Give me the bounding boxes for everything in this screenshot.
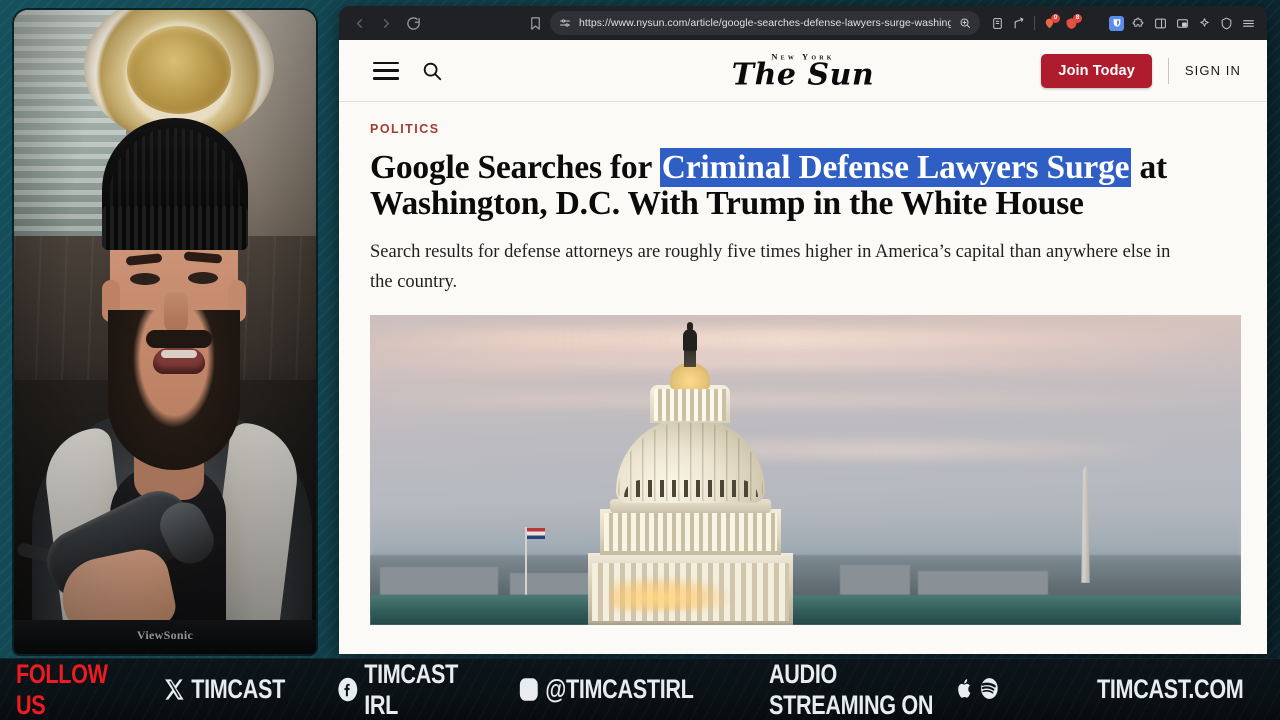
masthead-title: The Sun	[731, 56, 875, 92]
instagram-icon	[518, 676, 540, 703]
shield-badge: 8	[1073, 13, 1082, 23]
audio-streaming-group: AUDIO STREAMING ON	[769, 659, 999, 720]
hamburger-menu-icon[interactable]	[373, 61, 399, 80]
browser-toolbar: https://www.nysun.com/article/google-sea…	[339, 6, 1267, 40]
apple-podcasts-icon	[955, 676, 975, 703]
x-handle-text: TIMCAST	[190, 674, 285, 704]
building	[918, 570, 1048, 595]
menu-icon[interactable]	[1238, 13, 1259, 34]
webcam-panel: ViewSonic	[0, 0, 322, 658]
forward-arrow-icon[interactable]	[374, 11, 398, 35]
picture-in-picture-icon[interactable]	[1172, 13, 1193, 34]
reader-mode-icon[interactable]	[987, 13, 1008, 34]
article-hero-image	[370, 314, 1241, 625]
article-container: POLITICS Google Searches for Criminal De…	[339, 102, 1267, 412]
sign-in-link[interactable]: SIGN IN	[1185, 63, 1241, 78]
shield-alert-icon[interactable]: 8	[1061, 13, 1082, 34]
article-headline: Google Searches for Criminal Defense Law…	[370, 148, 1241, 221]
browser-window: https://www.nysun.com/article/google-sea…	[339, 6, 1267, 654]
bitwarden-icon[interactable]	[1109, 15, 1124, 31]
web-page: New York The Sun Join Today SIGN IN POLI…	[339, 40, 1267, 654]
headline-part-1: Google Searches for	[370, 149, 660, 186]
instagram-handle: @TIMCASTIRL	[518, 674, 694, 705]
sparkle-ai-icon[interactable]	[1194, 13, 1215, 34]
site-masthead[interactable]: New York The Sun	[673, 51, 933, 91]
american-flag	[527, 527, 545, 539]
spotify-icon	[979, 676, 999, 703]
host-video-feed	[14, 10, 316, 620]
cloud-band	[370, 392, 1241, 407]
building	[840, 564, 910, 595]
bookmark-icon[interactable]	[523, 11, 547, 35]
back-arrow-icon[interactable]	[347, 11, 371, 35]
foreground-roof	[370, 594, 1241, 625]
cloud-band	[370, 352, 1241, 369]
header-divider	[1167, 57, 1169, 84]
facebook-icon	[337, 676, 359, 703]
reload-icon[interactable]	[401, 11, 425, 35]
sidebar-icon[interactable]	[1150, 13, 1171, 34]
toolbar-extensions: 0 8	[987, 13, 1259, 34]
x-twitter-icon	[164, 676, 186, 703]
audio-streaming-label: AUDIO STREAMING ON	[769, 658, 934, 720]
monitor-frame: ViewSonic	[14, 10, 316, 654]
search-icon[interactable]	[421, 60, 443, 82]
puzzle-extensions-icon[interactable]	[1128, 13, 1149, 34]
headline-selected-text: Criminal Defense Lawyers Surge	[659, 148, 1132, 187]
follow-us-label: FOLLOW US	[16, 658, 108, 720]
building	[380, 566, 498, 595]
video-vignette	[14, 10, 316, 620]
shield-privacy-icon[interactable]	[1216, 13, 1237, 34]
url-text: https://www.nysun.com/article/google-sea…	[579, 17, 951, 29]
monitor-brand-label: ViewSonic	[136, 628, 194, 642]
zoom-icon[interactable]	[959, 17, 971, 29]
facebook-handle: TIMCAST IRL	[337, 659, 464, 720]
broadcast-lower-third-banner: FOLLOW US TIMCAST TIMCAST IRL @TIMCASTIR…	[0, 658, 1280, 720]
address-bar[interactable]: https://www.nysun.com/article/google-sea…	[550, 11, 980, 35]
tune-icon[interactable]	[559, 17, 571, 29]
adblock-badge: 0	[1051, 13, 1060, 23]
us-capitol-building	[588, 321, 793, 625]
article-section-label[interactable]: POLITICS	[370, 122, 1241, 136]
city-skyline	[370, 554, 1241, 599]
join-today-button[interactable]: Join Today	[1041, 53, 1152, 88]
cloud-band	[370, 328, 1241, 351]
site-header: New York The Sun Join Today SIGN IN	[339, 40, 1267, 102]
adblock-icon[interactable]: 0	[1039, 13, 1060, 34]
website-label: TIMCAST.COM	[1096, 674, 1244, 704]
header-actions: Join Today SIGN IN	[1041, 53, 1241, 88]
article-subheadline: Search results for defense attorneys are…	[370, 242, 1171, 292]
share-icon[interactable]	[1009, 13, 1030, 34]
x-handle: TIMCAST	[164, 674, 285, 705]
instagram-handle-text: @TIMCASTIRL	[544, 674, 694, 704]
facebook-handle-text: TIMCAST IRL	[363, 658, 458, 720]
